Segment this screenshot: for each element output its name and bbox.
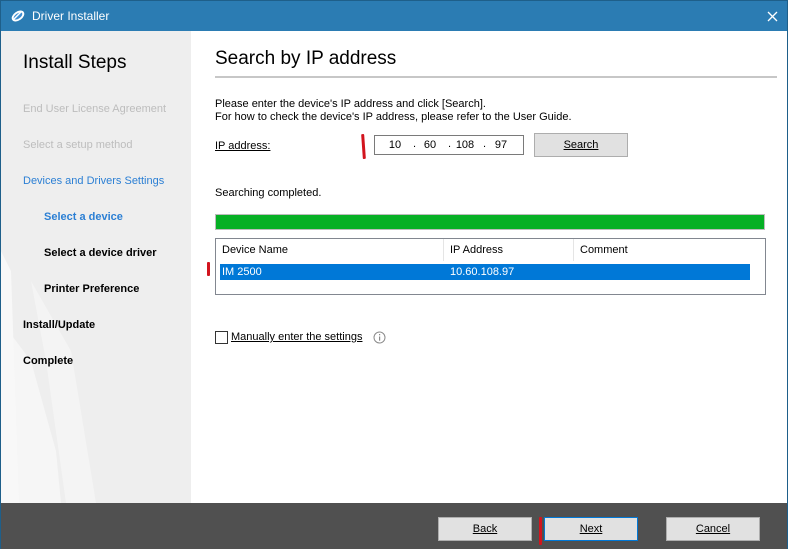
steps-sidebar: Install Steps End User License Agreement… (1, 31, 191, 503)
ip-separator: . (448, 138, 452, 150)
close-icon (767, 11, 777, 21)
ip-address-label-text: IP address: (215, 140, 271, 152)
step-install-update: Install/Update (23, 319, 96, 331)
ip-octet-3[interactable]: 108 (453, 139, 477, 151)
device-list[interactable]: Device Name IP Address Comment IM 2500 1… (215, 238, 766, 295)
column-header-ip-address[interactable]: IP Address (444, 239, 574, 261)
search-button[interactable]: Search (534, 133, 628, 157)
annotation-mark-row (207, 262, 210, 276)
column-header-comment[interactable]: Comment (574, 239, 765, 261)
instruction-line-2: For how to check the device's IP address… (215, 111, 572, 123)
step-select-device: Select a device (44, 211, 123, 223)
app-icon (11, 10, 25, 22)
step-select-device-driver: Select a device driver (44, 247, 157, 259)
cancel-button[interactable]: Cancel (666, 517, 760, 541)
row-device-name: IM 2500 (222, 266, 262, 278)
installer-window: Driver Installer Install Steps End User … (0, 0, 788, 549)
ip-separator: . (413, 138, 417, 150)
search-button-label: Search (563, 139, 599, 151)
sidebar-background-graphic (1, 251, 96, 503)
title-bar[interactable]: Driver Installer (1, 1, 787, 31)
next-button-label: Next (579, 523, 603, 535)
ip-separator: . (483, 138, 487, 150)
ip-octet-1[interactable]: 10 (383, 139, 407, 151)
instruction-line-1: Please enter the device's IP address and… (215, 98, 486, 110)
table-row[interactable]: IM 2500 10.60.108.97 (220, 264, 750, 280)
title-divider (215, 76, 777, 78)
column-header-device-name[interactable]: Device Name (216, 239, 444, 261)
steps-title: Install Steps (23, 52, 127, 73)
main-content: Search by IP address Please enter the de… (191, 31, 787, 503)
ip-octet-2[interactable]: 60 (418, 139, 442, 151)
close-button[interactable] (757, 1, 787, 31)
row-ip-address: 10.60.108.97 (450, 266, 515, 278)
step-printer-preference: Printer Preference (44, 283, 140, 295)
ip-octet-4[interactable]: 97 (489, 139, 513, 151)
window-title: Driver Installer (32, 9, 110, 23)
back-button-label: Back (472, 523, 498, 535)
progress-fill (216, 215, 764, 229)
manual-settings-label[interactable]: Manually enter the settings (231, 331, 362, 343)
back-button[interactable]: Back (438, 517, 532, 541)
step-complete: Complete (23, 355, 74, 367)
search-progress-bar (215, 214, 765, 230)
info-icon[interactable] (373, 331, 386, 344)
step-select-setup-method: Select a setup method (23, 139, 133, 151)
next-button[interactable]: Next (544, 517, 638, 541)
cancel-button-label: Cancel (695, 523, 731, 535)
page-title: Search by IP address (215, 48, 397, 69)
ip-address-input[interactable]: 10 . 60 . 108 . 97 (374, 135, 524, 155)
annotation-mark-next (539, 517, 542, 545)
manual-settings-label-text: Manually enter the settings (231, 331, 363, 343)
footer-bar: Back Next Cancel (1, 503, 787, 549)
step-end-user-license-agreement: End User License Agreement (23, 103, 167, 115)
ip-address-label: IP address: (215, 140, 270, 152)
annotation-mark-ip (361, 133, 366, 160)
manual-settings-checkbox[interactable] (215, 331, 228, 344)
step-devices-and-drivers-settings: Devices and Drivers Settings (23, 175, 165, 187)
search-status: Searching completed. (215, 187, 322, 199)
